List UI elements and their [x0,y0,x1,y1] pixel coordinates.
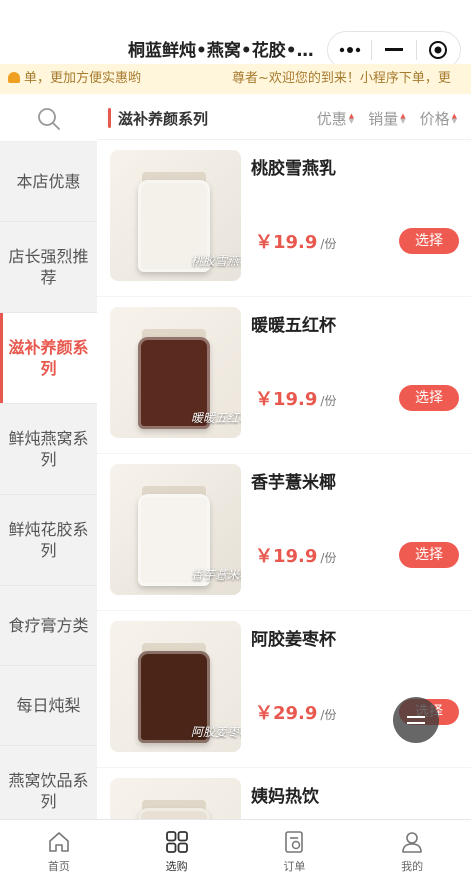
category-item-daily-pear[interactable]: 每日炖梨 [0,666,97,746]
home-icon [49,832,69,852]
category-item-bird-nest-drinks[interactable]: 燕窝饮品系列 [0,746,97,819]
select-button[interactable]: 选择 [399,542,459,568]
sort-price-label: 价格 [419,110,450,128]
sort-arrows-icon: ▲ ▼ [400,111,406,125]
product-price-value: ￥19.9 [255,232,318,253]
product-image[interactable]: 桃胶雪燕乳 [110,150,241,281]
section-accent-bar [108,108,111,128]
grid-icon [165,831,188,853]
product-image-label: 香芋薏米椰 [191,568,241,582]
sort-sales[interactable]: 销量 ▲ ▼ [368,108,405,129]
product-image[interactable]: 香芋薏米椰 [110,464,241,595]
product-item[interactable]: 暖暖五红杯 暖暖五红杯 ￥19.9/份 选择 [97,297,471,454]
product-name: 香芋薏米椰 [251,473,336,493]
product-item[interactable]: 阿胶姜枣杯 阿胶姜枣杯 ￥29.9/份 选择 [97,611,471,768]
product-item[interactable]: 香芋薏米椰 香芋薏米椰 ￥19.9/份 选择 [97,454,471,611]
product-image-label: 暖暖五红杯 [191,411,241,425]
notice-left-label: 单，更加方便实惠哟 [24,71,142,86]
category-item-fish-maw[interactable]: 鲜炖花胶系列 [0,495,97,586]
notice-text-right: 尊者~欢迎您的到来！小程序下单，更 [232,71,451,86]
section-header: 滋补养颜系列 优惠 ▲ ▼ 销量 ▲ ▼ 价格 ▲ ▼ [97,96,471,140]
product-image-label: 桃胶雪燕乳 [191,254,241,268]
sort-options: 优惠 ▲ ▼ 销量 ▲ ▼ 价格 ▲ ▼ [317,108,457,129]
category-sidebar: 本店优惠 店长强烈推荐 滋补养颜系列 鲜炖燕窝系列 鲜炖花胶系列 食疗膏方类 每… [0,96,97,819]
product-price-value: ￥29.9 [255,703,318,724]
product-image-label: 阿胶姜枣杯 [191,725,241,739]
sort-sales-label: 销量 [368,110,399,128]
minimize-icon[interactable] [372,32,415,68]
product-price: ￥19.9/份 [255,542,336,568]
tab-home[interactable]: 首页 [0,820,118,882]
tab-shop-label: 选购 [165,860,188,873]
tab-orders-label: 订单 [283,860,306,873]
category-item-promotions[interactable]: 本店优惠 [0,142,97,222]
category-item-bird-nest[interactable]: 鲜炖燕窝系列 [0,404,97,495]
menu-line [407,722,425,724]
product-image[interactable] [110,778,241,819]
product-item[interactable]: 姨妈热饮 [97,768,471,819]
search-button[interactable] [0,96,97,142]
notice-bar: 单，更加方便实惠哟 尊者~欢迎您的到来！小程序下单，更 [0,64,471,94]
product-image[interactable]: 阿胶姜枣杯 [110,621,241,752]
category-item-recommended[interactable]: 店长强烈推荐 [0,222,97,313]
product-name: 阿胶姜枣杯 [251,630,336,650]
search-icon [37,107,60,130]
product-price: ￥29.9/份 [255,699,336,725]
page-title: 桐蓝鲜炖•燕窝•花胶•滋补 [128,41,320,61]
section-title: 滋补养颜系列 [118,110,209,128]
sort-price[interactable]: 价格 ▲ ▼ [420,108,457,129]
tab-mine[interactable]: 我的 [353,820,471,882]
bottom-tab-bar: 首页 选购 订单 我的 [0,819,471,882]
product-price-unit: /份 [320,237,337,251]
product-price-value: ￥19.9 [255,546,318,567]
product-name: 姨妈热饮 [251,787,319,807]
order-icon [285,831,304,853]
product-name: 桃胶雪燕乳 [251,159,336,179]
sort-arrows-icon: ▲ ▼ [348,111,355,125]
sort-arrows-icon: ▲ ▼ [451,111,457,125]
target-close-icon[interactable] [417,32,460,68]
select-button[interactable]: 选择 [399,385,459,411]
category-item-diet-paste[interactable]: 食疗膏方类 [0,586,97,666]
product-image[interactable]: 暖暖五红杯 [110,307,241,438]
category-item-nourishing[interactable]: 滋补养颜系列 [0,313,97,404]
floating-menu-button[interactable] [393,697,439,743]
product-price-unit: /份 [320,551,337,565]
sort-discount[interactable]: 优惠 ▲ ▼ [317,108,354,129]
menu-line [407,716,425,718]
product-name: 暖暖五红杯 [251,316,336,336]
product-price: ￥19.9/份 [255,385,336,411]
product-item[interactable]: 桃胶雪燕乳 桃胶雪燕乳 ￥19.9/份 选择 [97,140,471,297]
tab-mine-label: 我的 [401,860,424,873]
user-icon [402,832,422,853]
jar-body [138,808,210,819]
bell-icon [8,72,20,83]
tab-home-label: 首页 [47,860,70,873]
more-dots-icon[interactable] [328,32,371,68]
tab-shop[interactable]: 选购 [118,820,236,882]
notice-text-left: 单，更加方便实惠哟 [8,64,141,94]
product-price: ￥19.9/份 [255,228,336,254]
product-price-value: ￥19.9 [255,389,318,410]
select-button[interactable]: 选择 [399,228,459,254]
sort-discount-label: 优惠 [316,110,347,128]
tab-orders[interactable]: 订单 [236,820,354,882]
product-price-unit: /份 [320,708,337,722]
product-price-unit: /份 [320,394,337,408]
